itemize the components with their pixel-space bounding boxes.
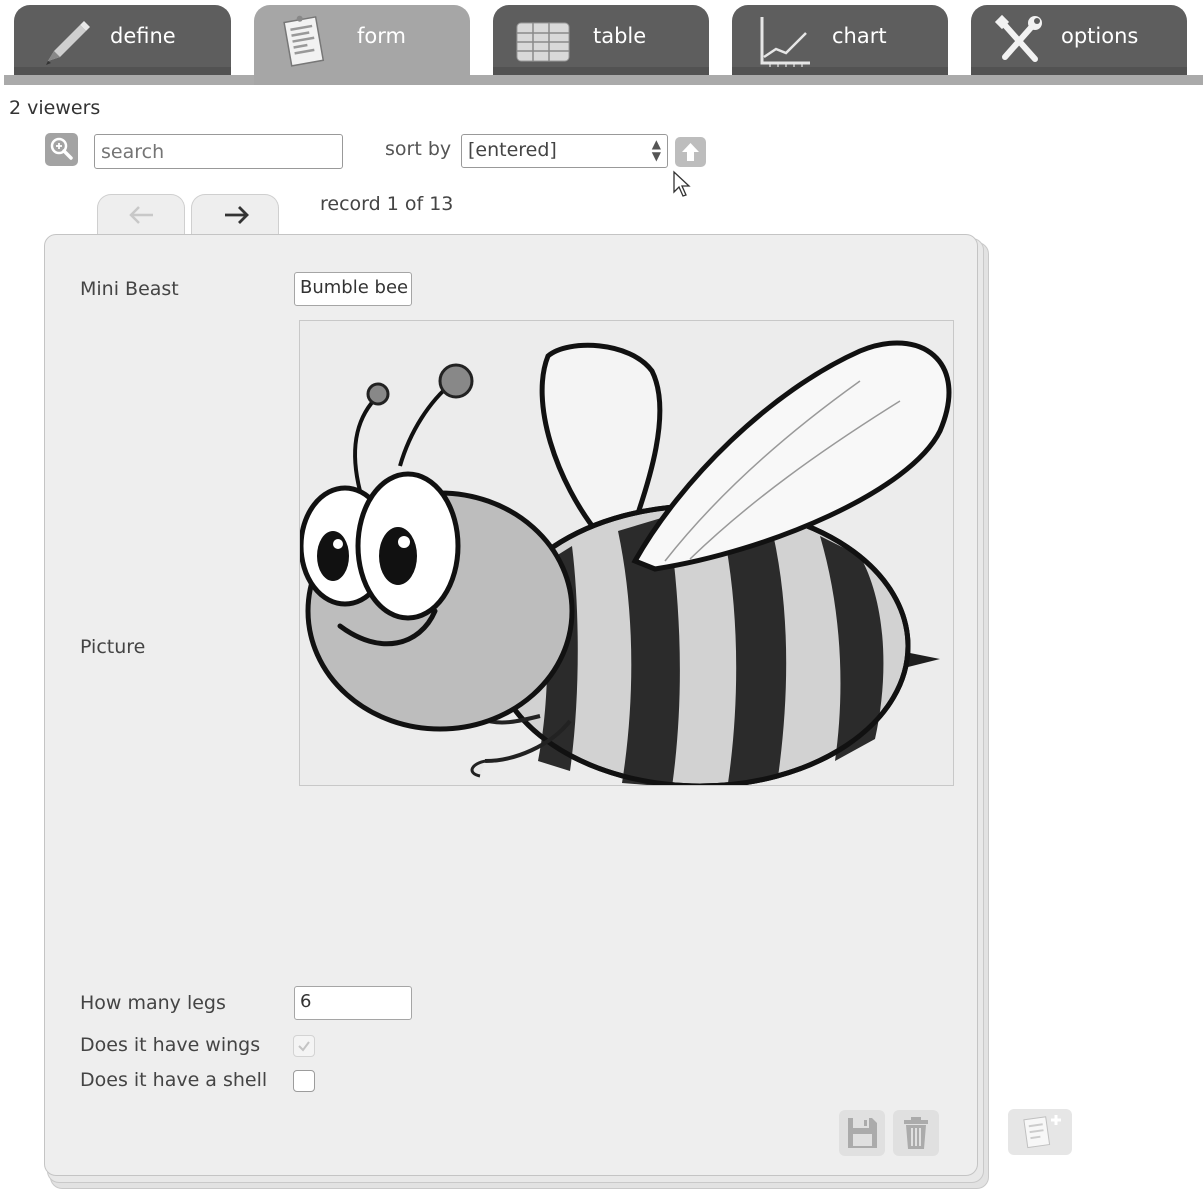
- search-button[interactable]: [45, 133, 78, 166]
- legs-label: How many legs: [80, 992, 226, 1014]
- mini-beast-input[interactable]: Bumble bee: [294, 272, 412, 306]
- bumble-bee-image: [300, 340, 952, 785]
- form-icon: [283, 15, 325, 67]
- viewers-count: 2 viewers: [9, 97, 101, 119]
- sort-by-label: sort by: [385, 138, 452, 160]
- select-arrows-icon: ▲ ▼: [651, 137, 661, 163]
- checkmark-icon: [298, 1041, 310, 1052]
- tab-options-label: options: [1061, 24, 1139, 48]
- sort-select-value: [entered]: [468, 139, 557, 161]
- arrow-right-icon: [225, 206, 249, 224]
- tab-bar-underline: [4, 75, 1203, 85]
- tab-bar: define form table chart options: [0, 0, 1203, 88]
- trash-icon: [904, 1117, 928, 1149]
- tab-chart-label: chart: [832, 24, 887, 48]
- floppy-disk-icon: [848, 1118, 877, 1148]
- arrow-left-icon: [129, 206, 153, 224]
- search-input[interactable]: [94, 134, 343, 169]
- shell-checkbox[interactable]: [293, 1070, 315, 1092]
- sort-direction-button[interactable]: [675, 137, 706, 167]
- picture-label: Picture: [80, 636, 146, 658]
- tab-form[interactable]: form: [254, 5, 470, 85]
- sort-select[interactable]: [entered] ▲ ▼: [461, 134, 668, 168]
- table-icon: [516, 22, 570, 62]
- shell-label: Does it have a shell: [80, 1069, 268, 1091]
- mouse-cursor-icon: [673, 170, 691, 197]
- add-document-icon: [1023, 1115, 1061, 1149]
- record-position: record 1 of 13: [320, 193, 454, 215]
- tab-define[interactable]: define: [14, 5, 231, 75]
- tab-form-label: form: [357, 24, 406, 48]
- tab-options[interactable]: options: [971, 5, 1187, 75]
- tools-icon: [994, 14, 1042, 62]
- arrow-up-icon: [682, 143, 699, 161]
- delete-button[interactable]: [893, 1110, 939, 1156]
- tab-define-label: define: [110, 24, 176, 48]
- wings-label: Does it have wings: [80, 1034, 261, 1056]
- mini-beast-label: Mini Beast: [80, 278, 179, 300]
- tab-table-label: table: [593, 24, 647, 48]
- pencil-icon: [46, 21, 90, 65]
- save-button[interactable]: [839, 1110, 885, 1156]
- new-record-button[interactable]: [1008, 1109, 1072, 1155]
- previous-record-button[interactable]: [97, 194, 185, 236]
- picture-field[interactable]: [299, 320, 954, 786]
- search-icon: [50, 137, 73, 160]
- next-record-button[interactable]: [191, 194, 279, 236]
- wings-checkbox[interactable]: [293, 1035, 315, 1057]
- tab-chart[interactable]: chart: [732, 5, 948, 75]
- legs-input[interactable]: 6: [294, 986, 412, 1020]
- chart-icon: [760, 17, 810, 67]
- tab-table[interactable]: table: [493, 5, 709, 75]
